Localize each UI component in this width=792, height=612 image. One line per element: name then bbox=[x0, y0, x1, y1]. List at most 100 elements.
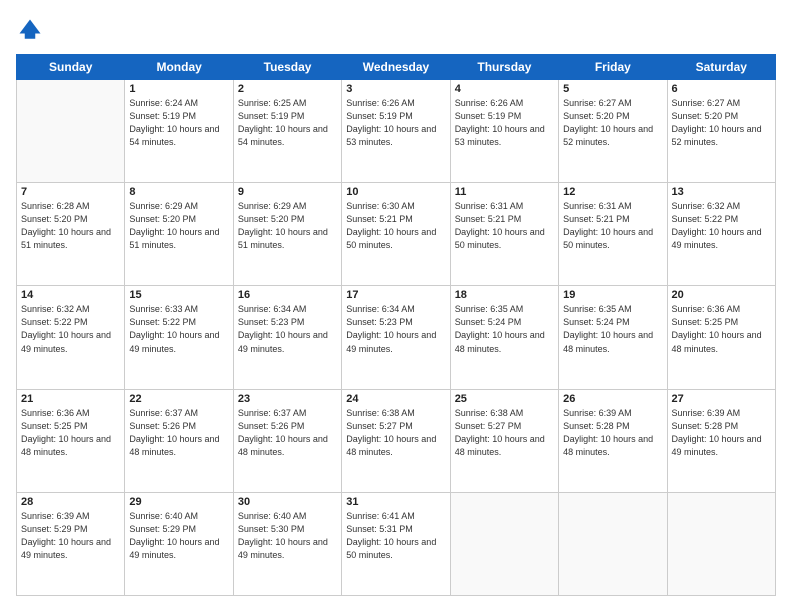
day-info: Sunrise: 6:40 AMSunset: 5:29 PMDaylight:… bbox=[129, 510, 228, 562]
calendar-week-row: 14 Sunrise: 6:32 AMSunset: 5:22 PMDayligh… bbox=[17, 286, 776, 389]
day-number: 23 bbox=[238, 393, 337, 405]
day-number: 16 bbox=[238, 289, 337, 301]
day-number: 2 bbox=[238, 83, 337, 95]
calendar-cell: 25 Sunrise: 6:38 AMSunset: 5:27 PMDayligh… bbox=[450, 389, 558, 492]
day-number: 27 bbox=[672, 393, 771, 405]
day-info: Sunrise: 6:26 AMSunset: 5:19 PMDaylight:… bbox=[455, 97, 554, 149]
day-info: Sunrise: 6:40 AMSunset: 5:30 PMDaylight:… bbox=[238, 510, 337, 562]
day-number: 7 bbox=[21, 186, 120, 198]
day-number: 3 bbox=[346, 83, 445, 95]
day-info: Sunrise: 6:24 AMSunset: 5:19 PMDaylight:… bbox=[129, 97, 228, 149]
day-of-week-header: Friday bbox=[559, 55, 667, 80]
day-of-week-header: Monday bbox=[125, 55, 233, 80]
calendar-cell: 13 Sunrise: 6:32 AMSunset: 5:22 PMDayligh… bbox=[667, 183, 775, 286]
day-info: Sunrise: 6:39 AMSunset: 5:28 PMDaylight:… bbox=[563, 407, 662, 459]
day-number: 28 bbox=[21, 496, 120, 508]
day-number: 18 bbox=[455, 289, 554, 301]
calendar-cell: 2 Sunrise: 6:25 AMSunset: 5:19 PMDaylight… bbox=[233, 80, 341, 183]
calendar-cell: 17 Sunrise: 6:34 AMSunset: 5:23 PMDayligh… bbox=[342, 286, 450, 389]
calendar-cell: 5Sunrise: 6:27 AMSunset: 5:20 PMDaylight… bbox=[559, 80, 667, 183]
calendar-cell: 7 Sunrise: 6:28 AMSunset: 5:20 PMDaylight… bbox=[17, 183, 125, 286]
day-number: 8 bbox=[129, 186, 228, 198]
day-number: 9 bbox=[238, 186, 337, 198]
day-number: 12 bbox=[563, 186, 662, 198]
day-of-week-header: Thursday bbox=[450, 55, 558, 80]
logo bbox=[16, 16, 48, 44]
calendar-cell: 23 Sunrise: 6:37 AMSunset: 5:26 PMDayligh… bbox=[233, 389, 341, 492]
day-number: 26 bbox=[563, 393, 662, 405]
calendar-cell: 22 Sunrise: 6:37 AMSunset: 5:26 PMDayligh… bbox=[125, 389, 233, 492]
day-number: 29 bbox=[129, 496, 228, 508]
calendar-cell: 24Sunrise: 6:38 AMSunset: 5:27 PMDayligh… bbox=[342, 389, 450, 492]
day-info: Sunrise: 6:35 AMSunset: 5:24 PMDaylight:… bbox=[563, 303, 662, 355]
day-number: 13 bbox=[672, 186, 771, 198]
calendar-week-row: 7 Sunrise: 6:28 AMSunset: 5:20 PMDaylight… bbox=[17, 183, 776, 286]
calendar-cell: 11 Sunrise: 6:31 AMSunset: 5:21 PMDayligh… bbox=[450, 183, 558, 286]
day-number: 30 bbox=[238, 496, 337, 508]
calendar-header-row: SundayMondayTuesdayWednesdayThursdayFrid… bbox=[17, 55, 776, 80]
day-info: Sunrise: 6:30 AMSunset: 5:21 PMDaylight:… bbox=[346, 200, 445, 252]
day-info: Sunrise: 6:37 AMSunset: 5:26 PMDaylight:… bbox=[238, 407, 337, 459]
day-info: Sunrise: 6:39 AMSunset: 5:28 PMDaylight:… bbox=[672, 407, 771, 459]
calendar-cell: 29 Sunrise: 6:40 AMSunset: 5:29 PMDayligh… bbox=[125, 492, 233, 595]
day-number: 14 bbox=[21, 289, 120, 301]
calendar-cell: 18 Sunrise: 6:35 AMSunset: 5:24 PMDayligh… bbox=[450, 286, 558, 389]
calendar-cell: 16 Sunrise: 6:34 AMSunset: 5:23 PMDayligh… bbox=[233, 286, 341, 389]
day-number: 17 bbox=[346, 289, 445, 301]
day-number: 15 bbox=[129, 289, 228, 301]
day-of-week-header: Sunday bbox=[17, 55, 125, 80]
calendar-cell bbox=[450, 492, 558, 595]
calendar-cell: 4 Sunrise: 6:26 AMSunset: 5:19 PMDaylight… bbox=[450, 80, 558, 183]
calendar-cell bbox=[559, 492, 667, 595]
calendar-cell: 19 Sunrise: 6:35 AMSunset: 5:24 PMDayligh… bbox=[559, 286, 667, 389]
calendar-cell: 8 Sunrise: 6:29 AMSunset: 5:20 PMDaylight… bbox=[125, 183, 233, 286]
day-info: Sunrise: 6:39 AMSunset: 5:29 PMDaylight:… bbox=[21, 510, 120, 562]
calendar-cell: 10 Sunrise: 6:30 AMSunset: 5:21 PMDayligh… bbox=[342, 183, 450, 286]
calendar-cell: 3 Sunrise: 6:26 AMSunset: 5:19 PMDaylight… bbox=[342, 80, 450, 183]
day-number: 11 bbox=[455, 186, 554, 198]
day-info: Sunrise: 6:33 AMSunset: 5:22 PMDaylight:… bbox=[129, 303, 228, 355]
day-info: Sunrise: 6:34 AMSunset: 5:23 PMDaylight:… bbox=[346, 303, 445, 355]
day-number: 4 bbox=[455, 83, 554, 95]
day-info: Sunrise: 6:29 AMSunset: 5:20 PMDaylight:… bbox=[129, 200, 228, 252]
day-info: Sunrise: 6:25 AMSunset: 5:19 PMDaylight:… bbox=[238, 97, 337, 149]
calendar-week-row: 28 Sunrise: 6:39 AMSunset: 5:29 PMDayligh… bbox=[17, 492, 776, 595]
logo-icon bbox=[16, 16, 44, 44]
calendar-cell: 6Sunrise: 6:27 AMSunset: 5:20 PMDaylight… bbox=[667, 80, 775, 183]
day-number: 22 bbox=[129, 393, 228, 405]
calendar-cell: 15 Sunrise: 6:33 AMSunset: 5:22 PMDayligh… bbox=[125, 286, 233, 389]
calendar-table: SundayMondayTuesdayWednesdayThursdayFrid… bbox=[16, 54, 776, 596]
day-info: Sunrise: 6:34 AMSunset: 5:23 PMDaylight:… bbox=[238, 303, 337, 355]
day-info: Sunrise: 6:28 AMSunset: 5:20 PMDaylight:… bbox=[21, 200, 120, 252]
calendar-cell: 27 Sunrise: 6:39 AMSunset: 5:28 PMDayligh… bbox=[667, 389, 775, 492]
calendar-cell: 12 Sunrise: 6:31 AMSunset: 5:21 PMDayligh… bbox=[559, 183, 667, 286]
day-info: Sunrise: 6:31 AMSunset: 5:21 PMDaylight:… bbox=[563, 200, 662, 252]
day-number: 31 bbox=[346, 496, 445, 508]
day-info: Sunrise: 6:32 AMSunset: 5:22 PMDaylight:… bbox=[672, 200, 771, 252]
day-info: Sunrise: 6:38 AMSunset: 5:27 PMDaylight:… bbox=[346, 407, 445, 459]
day-number: 20 bbox=[672, 289, 771, 301]
day-info: Sunrise: 6:37 AMSunset: 5:26 PMDaylight:… bbox=[129, 407, 228, 459]
calendar-cell: 31 Sunrise: 6:41 AMSunset: 5:31 PMDayligh… bbox=[342, 492, 450, 595]
day-number: 25 bbox=[455, 393, 554, 405]
day-info: Sunrise: 6:29 AMSunset: 5:20 PMDaylight:… bbox=[238, 200, 337, 252]
day-info: Sunrise: 6:26 AMSunset: 5:19 PMDaylight:… bbox=[346, 97, 445, 149]
calendar-cell: 20 Sunrise: 6:36 AMSunset: 5:25 PMDayligh… bbox=[667, 286, 775, 389]
day-info: Sunrise: 6:41 AMSunset: 5:31 PMDaylight:… bbox=[346, 510, 445, 562]
day-info: Sunrise: 6:31 AMSunset: 5:21 PMDaylight:… bbox=[455, 200, 554, 252]
day-number: 10 bbox=[346, 186, 445, 198]
day-info: Sunrise: 6:35 AMSunset: 5:24 PMDaylight:… bbox=[455, 303, 554, 355]
calendar-cell: 14 Sunrise: 6:32 AMSunset: 5:22 PMDayligh… bbox=[17, 286, 125, 389]
calendar-cell: 21Sunrise: 6:36 AMSunset: 5:25 PMDayligh… bbox=[17, 389, 125, 492]
day-info: Sunrise: 6:32 AMSunset: 5:22 PMDaylight:… bbox=[21, 303, 120, 355]
calendar-cell: 9 Sunrise: 6:29 AMSunset: 5:20 PMDaylight… bbox=[233, 183, 341, 286]
day-of-week-header: Saturday bbox=[667, 55, 775, 80]
header bbox=[16, 16, 776, 44]
day-number: 6 bbox=[672, 83, 771, 95]
day-info: Sunrise: 6:36 AMSunset: 5:25 PMDaylight:… bbox=[672, 303, 771, 355]
calendar-week-row: 21Sunrise: 6:36 AMSunset: 5:25 PMDayligh… bbox=[17, 389, 776, 492]
day-number: 19 bbox=[563, 289, 662, 301]
day-info: Sunrise: 6:38 AMSunset: 5:27 PMDaylight:… bbox=[455, 407, 554, 459]
day-info: Sunrise: 6:36 AMSunset: 5:25 PMDaylight:… bbox=[21, 407, 120, 459]
day-number: 5 bbox=[563, 83, 662, 95]
